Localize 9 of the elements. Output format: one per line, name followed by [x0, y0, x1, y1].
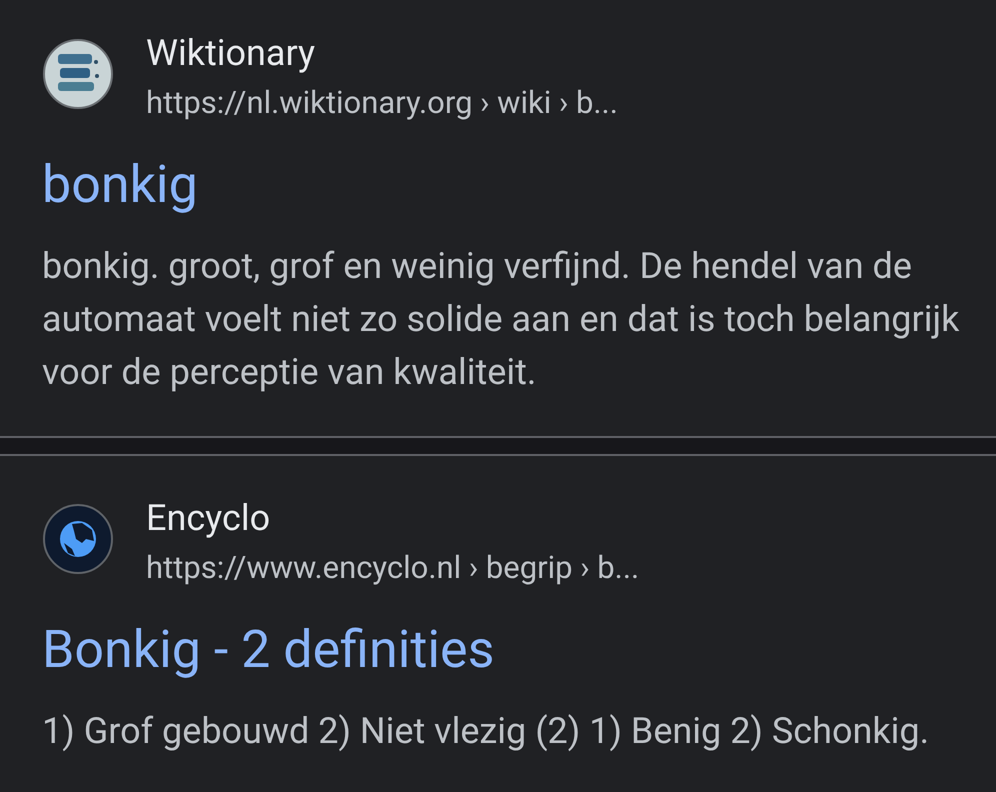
- result-title-link[interactable]: bonkig: [42, 155, 198, 215]
- globe-icon: [42, 503, 114, 575]
- result-snippet: bonkig. groot, grof en weinig verfijnd. De hendel van de automaat voelt niet zo solide aan en dat is toch belangrijk voor de perceptie van kwaliteit.: [42, 244, 960, 395]
- site-url: https://nl.wiktionary.org › wiki › b...: [146, 83, 618, 123]
- result-title-link[interactable]: Bonkig - 2 definities: [42, 620, 494, 680]
- site-name: Wiktionary: [146, 31, 316, 76]
- result-snippet: 1) Grof gebouwd 2) Niet vlezig (2) 1) Benig 2) Schonkig.: [42, 709, 930, 754]
- site-url: https://www.encyclo.nl › begrip › b...: [146, 548, 640, 588]
- site-name: Encyclo: [146, 496, 270, 541]
